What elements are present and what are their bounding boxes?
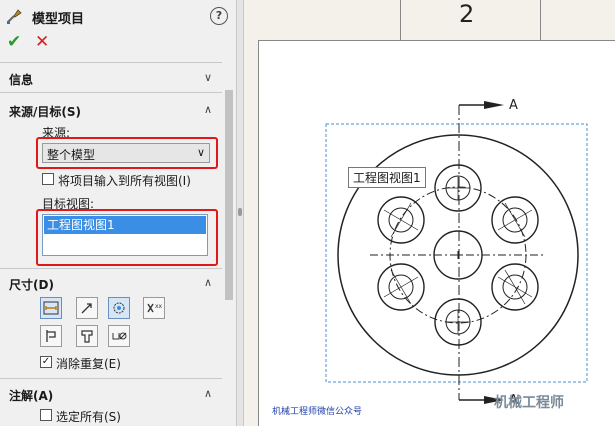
chevron-up-icon[interactable]: ∧: [204, 103, 212, 116]
group-dimensions-header[interactable]: 尺寸(D) ∧: [0, 273, 222, 295]
view-tooltip: 工程图视图1: [348, 167, 426, 188]
help-icon[interactable]: ?: [210, 7, 228, 25]
group-info-header[interactable]: 信息 ∨: [0, 68, 222, 90]
group-source-label: 来源/目标(S): [9, 105, 81, 119]
divider: [0, 378, 222, 379]
panel-title: 模型项目: [32, 12, 85, 27]
marked-for-drawing-button[interactable]: [40, 297, 62, 319]
group-annotations-header[interactable]: 注解(A) ∧: [0, 384, 222, 406]
checkbox-unchecked[interactable]: [40, 409, 52, 421]
list-item[interactable]: 工程图视图1: [44, 216, 206, 234]
group-dimensions-label: 尺寸(D): [9, 278, 54, 292]
counterbore-icon: [112, 332, 127, 340]
select-all-label: 选定所有(S): [56, 410, 121, 424]
panel-splitter[interactable]: [236, 0, 244, 426]
not-marked-button[interactable]: [76, 297, 98, 319]
hole-callout-icon: [81, 330, 93, 343]
dimension-icon: [43, 301, 59, 315]
dimension-arrow-icon: [81, 303, 92, 314]
import-all-views-label: 将项目输入到所有视图(I): [58, 174, 191, 188]
section-label-top[interactable]: A: [509, 98, 518, 113]
chevron-down-icon: ∨: [196, 146, 205, 159]
counterbore-button[interactable]: [108, 325, 130, 347]
divider: [0, 268, 222, 269]
tolerance-icon: [46, 330, 56, 342]
source-select[interactable]: 整个模型 ∨: [42, 143, 210, 163]
instance-count-icon: xx: [147, 303, 162, 313]
arrow-icon: [484, 101, 504, 109]
tolerance-dimensions-button[interactable]: [40, 325, 62, 347]
chevron-up-icon[interactable]: ∧: [204, 387, 212, 400]
scrollbar-thumb[interactable]: [225, 90, 233, 300]
svg-text:xx: xx: [155, 303, 162, 310]
hole-pattern-icon: [113, 302, 125, 314]
drawing-view-1[interactable]: A A: [244, 0, 615, 426]
chevron-down-icon[interactable]: ∨: [204, 71, 212, 84]
instance-count-button[interactable]: xx: [143, 297, 165, 319]
boss-top[interactable]: [434, 164, 482, 212]
cancel-button[interactable]: ✕: [35, 32, 49, 52]
boss-bottom[interactable]: [434, 298, 482, 346]
watermark-logo-text: 机械工程师: [494, 395, 564, 411]
group-info-label: 信息: [9, 73, 34, 87]
hole-callout-button[interactable]: [76, 325, 98, 347]
panel-title-bar: 模型项目 ?: [6, 6, 230, 27]
group-source-header[interactable]: 来源/目标(S) ∧: [0, 100, 222, 122]
divider: [0, 62, 222, 63]
panel-scrollbar[interactable]: [222, 90, 236, 426]
checkbox-unchecked[interactable]: [42, 173, 54, 185]
watermark-text: 机械工程师微信公众号: [272, 407, 363, 417]
hole-wizard-locations-button[interactable]: [108, 297, 130, 319]
group-annotations-label: 注解(A): [9, 389, 54, 403]
chevron-up-icon[interactable]: ∧: [204, 276, 212, 289]
view-boundary[interactable]: [325, 123, 588, 383]
checkbox-checked[interactable]: ✓: [40, 356, 52, 368]
source-select-value: 整个模型: [47, 148, 96, 162]
center-mark: [454, 251, 462, 259]
boss-upper-right[interactable]: [491, 196, 539, 244]
property-manager: 模型项目 ? ✔ ✕ 信息 ∨ 来源/目标(S) ∧ 来源: 整个模型 ∨ 将项…: [0, 0, 236, 426]
splitter-grip[interactable]: [238, 208, 242, 216]
remove-duplicates-label: 消除重复(E): [56, 357, 121, 371]
target-view-list[interactable]: 工程图视图1: [42, 214, 208, 256]
boss-upper-left[interactable]: [377, 196, 425, 244]
divider: [0, 92, 222, 93]
boss-lower-right[interactable]: [491, 263, 539, 311]
boss-lower-left[interactable]: [377, 263, 425, 311]
model-items-icon: [7, 9, 22, 24]
ok-button[interactable]: ✔: [7, 32, 21, 52]
